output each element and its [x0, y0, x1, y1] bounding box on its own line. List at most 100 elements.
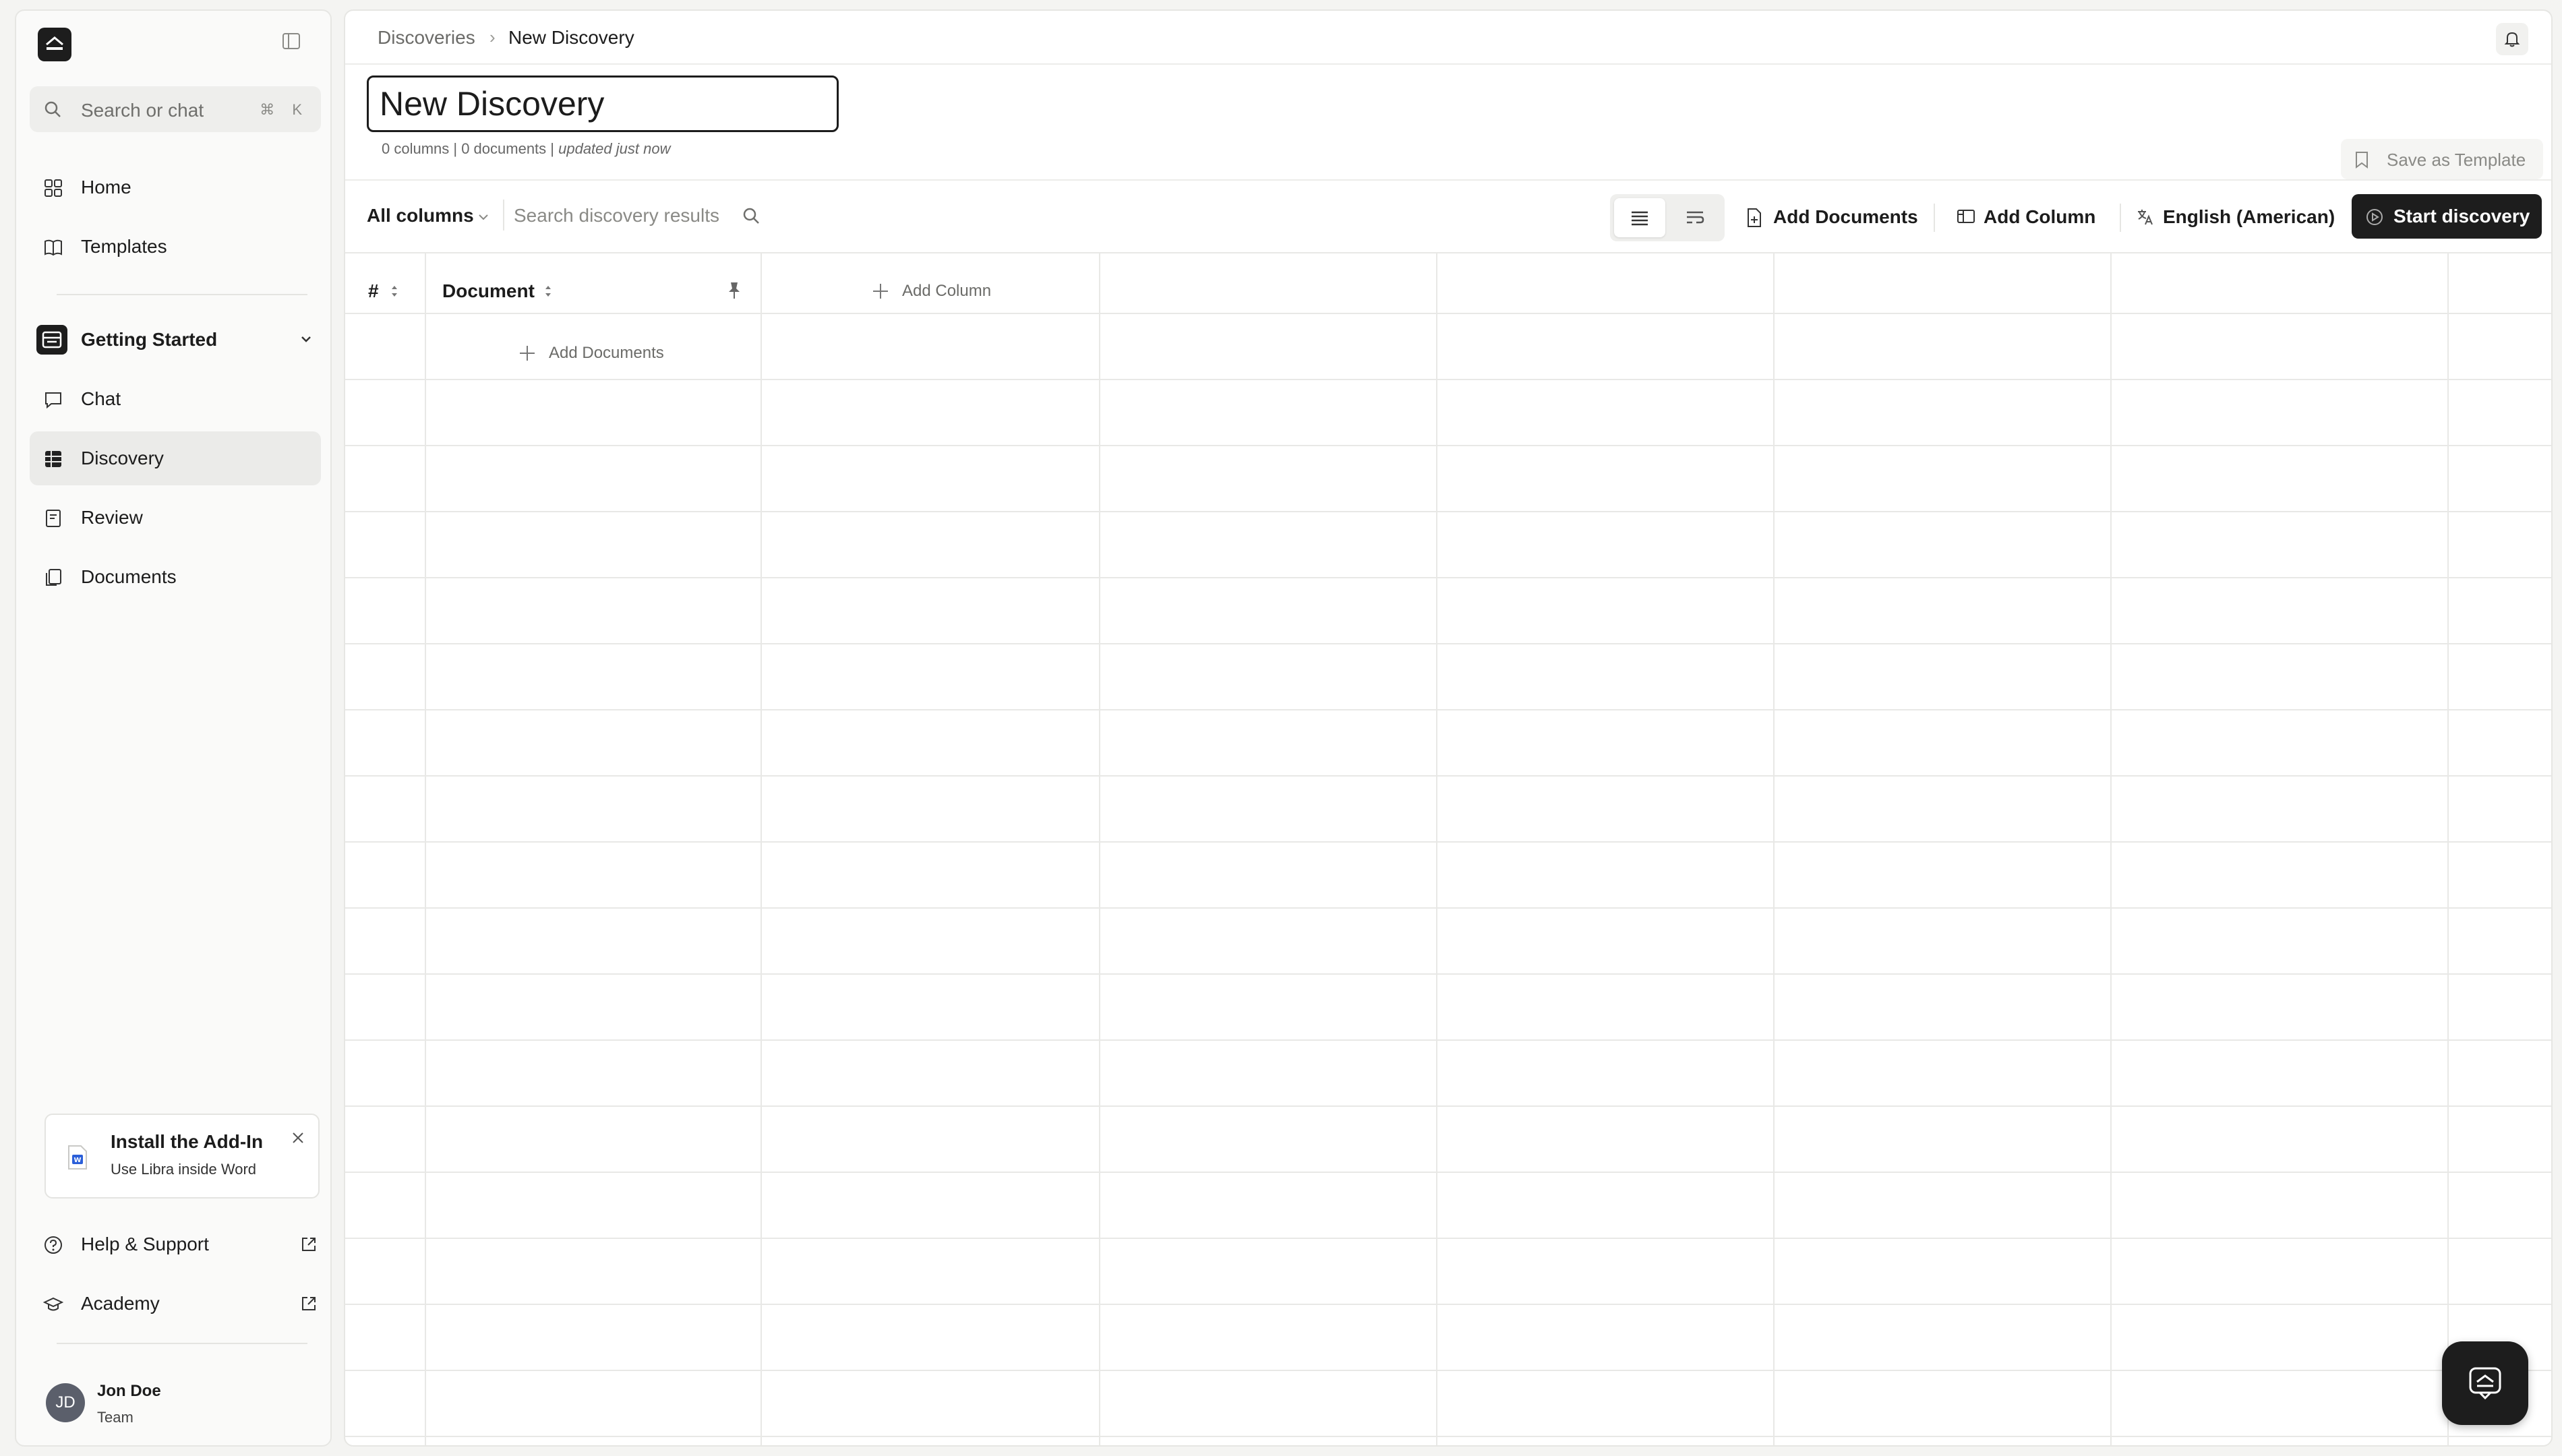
grid-line	[345, 1105, 2551, 1107]
user-profile[interactable]: JD Jon Doe Team	[46, 1374, 316, 1434]
wrap-view-button[interactable]	[1669, 198, 1721, 237]
grid-line	[345, 1436, 2551, 1437]
notifications-button[interactable]	[2496, 23, 2528, 55]
grid-line	[345, 313, 2551, 314]
sidebar-item-templates[interactable]: Templates	[30, 220, 321, 274]
start-discovery-button[interactable]: Start discovery	[2352, 194, 2542, 239]
discovery-title-field[interactable]: New Discovery	[367, 75, 839, 132]
help-support-label: Help & Support	[81, 1234, 209, 1254]
save-as-template-label: Save as Template	[2387, 150, 2526, 170]
discovery-updated: updated just now	[558, 140, 671, 157]
book-icon	[44, 239, 62, 256]
logo-icon	[46, 36, 63, 50]
sidebar-item-discovery[interactable]: Discovery	[30, 431, 321, 485]
chat-icon	[45, 392, 61, 409]
add-documents-label: Add Documents	[1773, 206, 1918, 227]
file-plus-icon	[1748, 208, 1761, 227]
svg-text:W: W	[73, 1157, 81, 1164]
review-icon	[46, 510, 61, 527]
sidebar-item-label: Templates	[81, 236, 167, 257]
add-column-header-label: Add Column	[902, 282, 992, 300]
grid-line	[1773, 252, 1775, 1445]
grid-line	[425, 252, 426, 1445]
sidebar-toggle-icon	[282, 33, 300, 49]
documents-icon	[46, 569, 61, 586]
column-plus-icon	[1957, 210, 1975, 223]
workspace-label: Getting Started	[81, 329, 218, 350]
sidebar-item-documents[interactable]: Documents	[30, 550, 321, 604]
academy-icon	[43, 1297, 63, 1311]
translate-icon	[2138, 210, 2153, 225]
grid-line	[345, 643, 2551, 644]
column-header-index[interactable]: #	[368, 280, 379, 302]
sidebar-item-label: Review	[81, 507, 143, 528]
grid-line	[2447, 252, 2449, 1445]
close-icon[interactable]	[290, 1130, 306, 1146]
grid-line	[345, 1238, 2551, 1239]
search-input[interactable]: Search or chat ⌘ K	[30, 86, 321, 132]
external-link-icon	[302, 1238, 316, 1251]
chevron-down-icon[interactable]	[477, 213, 489, 221]
toolbar-divider	[345, 179, 2551, 181]
sidebar-item-label: Home	[81, 177, 131, 198]
sidebar-item-review[interactable]: Review	[30, 491, 321, 545]
app-logo[interactable]	[38, 28, 71, 61]
workspace-getting-started[interactable]: Getting Started	[30, 313, 321, 367]
grid-line	[1436, 252, 1437, 1445]
toolbar-separator	[503, 200, 504, 231]
grid-line	[345, 1039, 2551, 1041]
grid-line	[345, 1304, 2551, 1305]
wrap-text-icon	[1687, 211, 1704, 224]
sidebar-item-chat[interactable]: Chat	[30, 372, 321, 426]
toolbar-separator	[1934, 204, 1935, 232]
collapse-sidebar-button[interactable]	[281, 31, 308, 58]
language-label: English (American)	[2163, 206, 2335, 227]
add-documents-row-label: Add Documents	[549, 344, 664, 362]
grid-line	[2110, 252, 2112, 1445]
save-as-template-button[interactable]: Save as Template	[2341, 139, 2543, 179]
grid-line	[345, 511, 2551, 512]
sort-icon[interactable]	[543, 283, 553, 299]
search-icon[interactable]	[742, 206, 761, 225]
academy-link[interactable]: Academy	[43, 1281, 326, 1328]
search-shortcut: ⌘ K	[260, 101, 309, 118]
help-support-link[interactable]: Help & Support	[43, 1221, 326, 1269]
discovery-counts: 0 columns | 0 documents |	[382, 140, 559, 157]
column-header-document[interactable]: Document	[442, 280, 535, 302]
breadcrumb-discoveries[interactable]: Discoveries	[378, 27, 475, 49]
pin-icon[interactable]	[727, 280, 742, 301]
academy-label: Academy	[81, 1293, 160, 1314]
add-documents-button[interactable]: Add Documents	[1746, 194, 1922, 241]
chat-bubble-icon	[2469, 1367, 2501, 1400]
grid-line	[345, 252, 2551, 253]
discovery-meta: 0 columns | 0 documents | updated just n…	[382, 140, 670, 158]
list-view-button[interactable]	[1614, 198, 1665, 237]
grid-line	[345, 841, 2551, 843]
word-doc-icon: W	[68, 1145, 87, 1170]
sidebar-item-home[interactable]: Home	[30, 160, 321, 214]
grid-line	[345, 709, 2551, 710]
language-selector[interactable]: English (American)	[2136, 194, 2338, 241]
grid-icon	[44, 179, 62, 197]
grid-line	[345, 1370, 2551, 1371]
addin-subtitle: Use Libra inside Word	[111, 1161, 257, 1178]
list-view-icon	[1632, 211, 1648, 226]
user-team: Team	[97, 1409, 133, 1426]
breadcrumb-separator: ›	[489, 27, 496, 47]
addin-promo-card[interactable]: W Install the Add-In Use Libra inside Wo…	[44, 1114, 320, 1199]
sidebar-item-label: Documents	[81, 566, 177, 587]
add-column-label: Add Column	[1984, 206, 2096, 227]
add-column-button[interactable]: Add Column	[1957, 194, 2109, 241]
grid-line	[345, 973, 2551, 975]
sort-icon[interactable]	[390, 283, 399, 299]
bell-icon	[2504, 32, 2520, 47]
search-results-input[interactable]: Search discovery results	[514, 205, 719, 226]
column-filter-dropdown[interactable]: All columns	[367, 205, 474, 226]
breadcrumb-current: New Discovery	[508, 27, 634, 48]
grid-line	[345, 1172, 2551, 1173]
chat-assistant-button[interactable]	[2442, 1341, 2528, 1425]
breadcrumb: Discoveries › New Discovery	[345, 11, 2551, 65]
grid-line	[345, 379, 2551, 380]
grid-line	[761, 252, 762, 1445]
discovery-table: # Document Add Column Add Documents	[345, 252, 2551, 1445]
